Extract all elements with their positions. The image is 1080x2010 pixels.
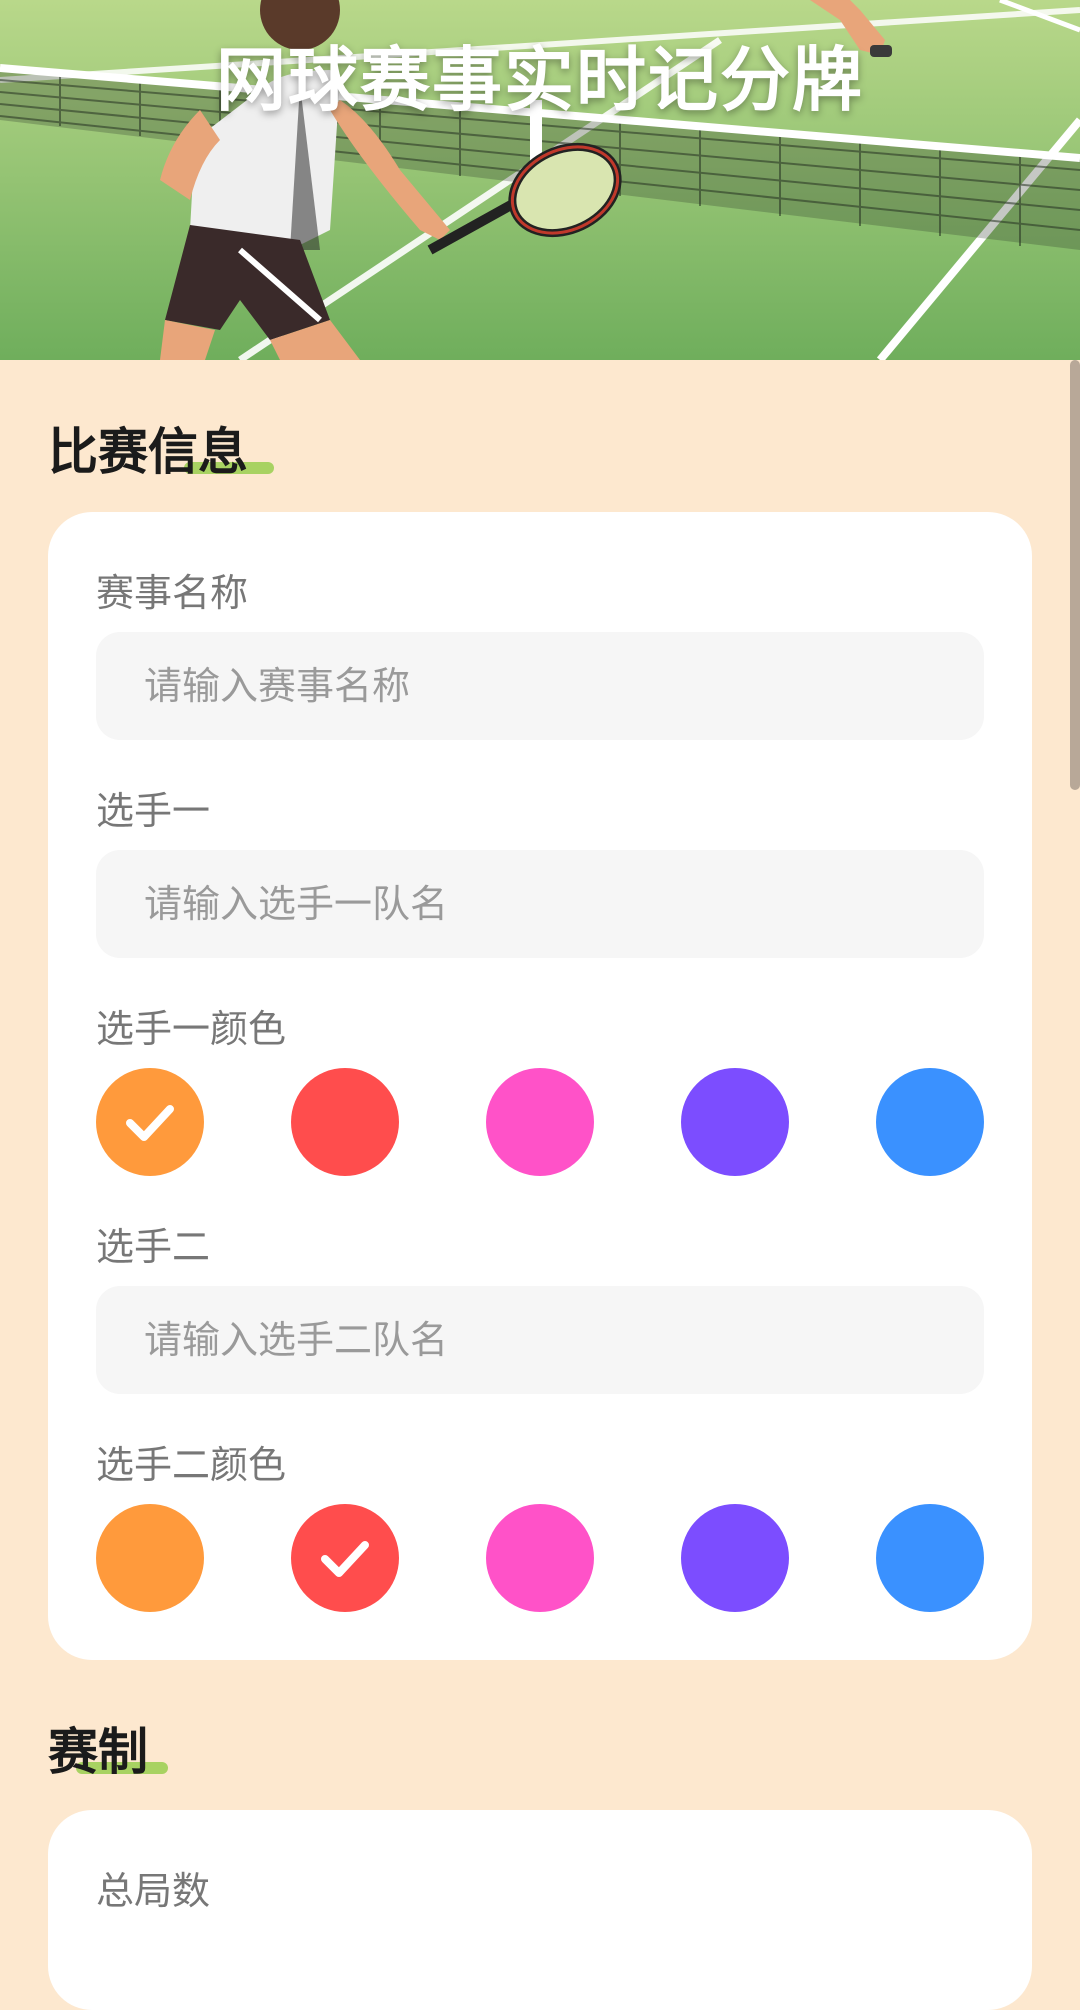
page-title: 网球赛事实时记分牌 xyxy=(216,39,864,121)
event-name-input[interactable] xyxy=(96,632,984,740)
player-one-color-swatch-orange[interactable] xyxy=(96,1068,204,1176)
format-card: 总局数 xyxy=(48,1810,1032,2010)
player-one-label: 选手一 xyxy=(96,789,211,833)
match-info-card: 赛事名称 选手一 选手一颜色 选手二 选手二颜色 xyxy=(48,512,1032,1660)
scrollbar-thumb[interactable] xyxy=(1070,360,1080,790)
player-one-color-swatch-blue[interactable] xyxy=(876,1068,984,1176)
event-name-label: 赛事名称 xyxy=(96,571,249,615)
checkmark-icon xyxy=(321,1541,369,1577)
player-two-color-swatch-purple[interactable] xyxy=(681,1504,789,1612)
section-title-format: 赛制 xyxy=(48,1712,168,1784)
player-two-color-swatch-red[interactable] xyxy=(291,1504,399,1612)
player-one-color-label: 选手一颜色 xyxy=(96,1007,287,1051)
checkmark-icon xyxy=(126,1105,174,1141)
player-two-color-swatch-orange[interactable] xyxy=(96,1504,204,1612)
player-two-color-picker xyxy=(96,1504,984,1612)
player-one-color-swatch-purple[interactable] xyxy=(681,1068,789,1176)
player-two-label: 选手二 xyxy=(96,1225,211,1269)
player-two-color-swatch-blue[interactable] xyxy=(876,1504,984,1612)
player-one-color-swatch-red[interactable] xyxy=(291,1068,399,1176)
player-one-color-picker xyxy=(96,1068,984,1176)
player-two-input[interactable] xyxy=(96,1286,984,1394)
hero-banner: 网球赛事实时记分牌 xyxy=(0,0,1080,360)
total-games-label: 总局数 xyxy=(96,1869,211,1913)
player-two-color-label: 选手二颜色 xyxy=(96,1443,287,1487)
section-title-match-info: 比赛信息 xyxy=(48,412,274,484)
player-two-color-swatch-pink[interactable] xyxy=(486,1504,594,1612)
player-one-color-swatch-pink[interactable] xyxy=(486,1068,594,1176)
player-one-input[interactable] xyxy=(96,850,984,958)
